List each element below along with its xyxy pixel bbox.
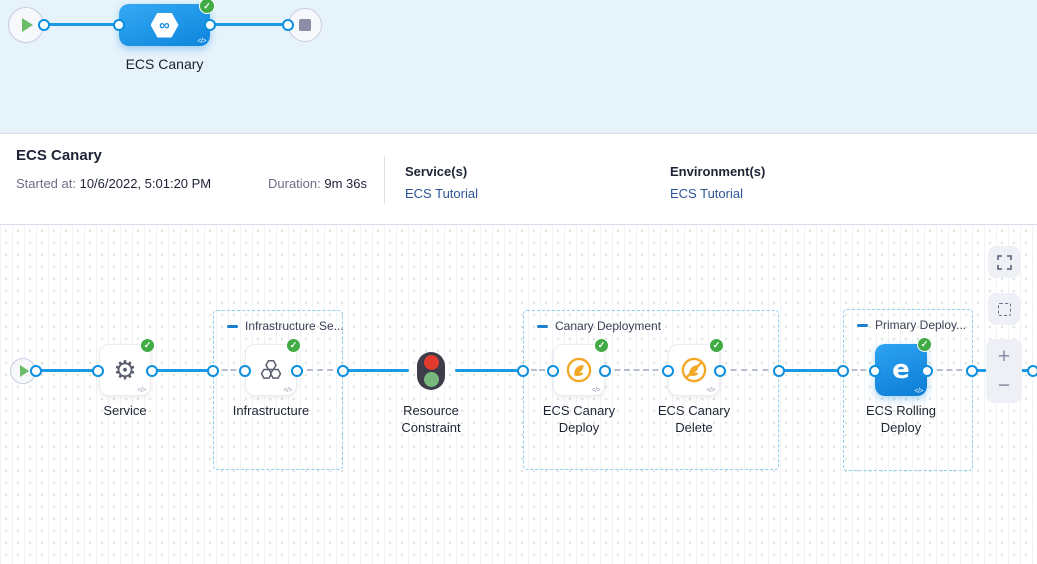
execution-graph-canvas[interactable]: Infrastructure Se... Canary Deployment P… (0, 225, 1037, 564)
harness-pipeline-icon: ∞ (151, 13, 179, 38)
connector-line (44, 23, 119, 26)
success-check-icon: ✓ (594, 338, 609, 353)
code-view-icon: </> (914, 388, 923, 395)
ecs-logo-icon: e (892, 357, 910, 383)
connector-line (779, 369, 843, 372)
step-label: ECS Canary Delete (639, 402, 749, 436)
connector-ring (662, 365, 674, 377)
code-view-icon: </> (283, 387, 292, 394)
success-check-icon: ✓ (917, 337, 932, 352)
step-ecs-rolling-deploy[interactable]: e ✓ </> (875, 344, 927, 396)
canary-delete-icon (680, 356, 708, 384)
connector-ring (38, 19, 50, 31)
connector-line (343, 369, 409, 372)
connector-ring (921, 365, 933, 377)
connector-ring (517, 365, 529, 377)
environments-label: Environment(s) (670, 164, 765, 179)
connector-ring (966, 365, 978, 377)
started-at: Started at: 10/6/2022, 5:01:20 PM (16, 176, 211, 191)
code-view-icon: </> (591, 387, 600, 394)
zoom-in-button[interactable]: + (998, 346, 1010, 367)
group-title: Infrastructure Se... (245, 319, 344, 333)
fullscreen-button[interactable] (988, 246, 1020, 278)
group-title: Canary Deployment (555, 319, 661, 333)
step-label: ECS Canary Deploy (524, 402, 634, 436)
connector-line (210, 23, 288, 26)
gear-icon: ⚙ (113, 357, 136, 383)
connector-ring (869, 365, 881, 377)
connector-ring (291, 365, 303, 377)
connector-ring (282, 19, 294, 31)
marquee-icon (998, 303, 1011, 316)
play-icon (22, 18, 33, 32)
connector-ring (113, 19, 125, 31)
collapse-group-icon[interactable] (227, 325, 238, 328)
play-icon (20, 365, 29, 377)
fit-to-view-button[interactable] (988, 293, 1020, 325)
services-link[interactable]: ECS Tutorial (405, 186, 478, 201)
connector-ring (204, 19, 216, 31)
connector-ring (714, 365, 726, 377)
environments-link[interactable]: ECS Tutorial (670, 186, 743, 201)
success-check-icon: ✓ (140, 338, 155, 353)
hexagons-icon (258, 357, 284, 383)
services-label: Service(s) (405, 164, 467, 179)
zoom-controls: + − (986, 339, 1022, 403)
code-view-icon: </> (706, 387, 715, 394)
connector-ring (207, 365, 219, 377)
resource-constraint-traffic-light-icon[interactable] (417, 352, 445, 390)
connector-ring (1027, 365, 1037, 377)
step-ecs-canary-deploy[interactable]: ✓ </> (553, 344, 605, 396)
connector-ring (773, 365, 785, 377)
green-lamp (424, 372, 439, 387)
step-infrastructure[interactable]: ✓ </> (245, 344, 297, 396)
code-view-icon: </> (197, 38, 206, 45)
step-label: ECS Rolling Deploy (846, 402, 956, 436)
divider (384, 156, 385, 204)
collapse-group-icon[interactable] (857, 324, 868, 327)
fullscreen-icon (997, 255, 1012, 270)
zoom-out-button[interactable]: − (998, 375, 1010, 396)
success-check-icon: ✓ (199, 0, 215, 14)
step-label: Resource Constraint (376, 402, 486, 436)
stage-overview-banner: ∞ ✓ </> ECS Canary (0, 0, 1037, 134)
connector-ring (337, 365, 349, 377)
step-ecs-canary-delete[interactable]: ✓ </> (668, 344, 720, 396)
success-check-icon: ✓ (286, 338, 301, 353)
stage-label: ECS Canary (104, 56, 225, 72)
step-service[interactable]: ⚙ ✓ </> (99, 344, 151, 396)
connector-ring (547, 365, 559, 377)
stage-node-ecs-canary[interactable]: ∞ ✓ </> (119, 4, 210, 46)
connector-ring (146, 365, 158, 377)
red-lamp (424, 355, 439, 370)
connector-line (455, 369, 523, 372)
step-label: Service (70, 402, 180, 419)
connector-line (36, 369, 98, 372)
infinity-glyph: ∞ (159, 17, 170, 34)
connector-ring (239, 365, 251, 377)
connector-ring (92, 365, 104, 377)
execution-title: ECS Canary (16, 147, 102, 164)
connector-ring (30, 365, 42, 377)
code-view-icon: </> (137, 387, 146, 394)
success-check-icon: ✓ (709, 338, 724, 353)
connector-ring (599, 365, 611, 377)
canary-icon (565, 356, 593, 384)
collapse-group-icon[interactable] (537, 325, 548, 328)
stop-icon (299, 19, 311, 31)
group-title: Primary Deploy... (875, 318, 966, 332)
connector-ring (837, 365, 849, 377)
connector-line (152, 369, 213, 372)
pipeline-execution-view: ∞ ✓ </> ECS Canary ECS Canary Started at… (0, 0, 1037, 564)
step-label: Infrastructure (216, 402, 326, 419)
duration: Duration: 9m 36s (268, 176, 367, 191)
execution-info-bar: ECS Canary Started at: 10/6/2022, 5:01:2… (0, 134, 1037, 225)
